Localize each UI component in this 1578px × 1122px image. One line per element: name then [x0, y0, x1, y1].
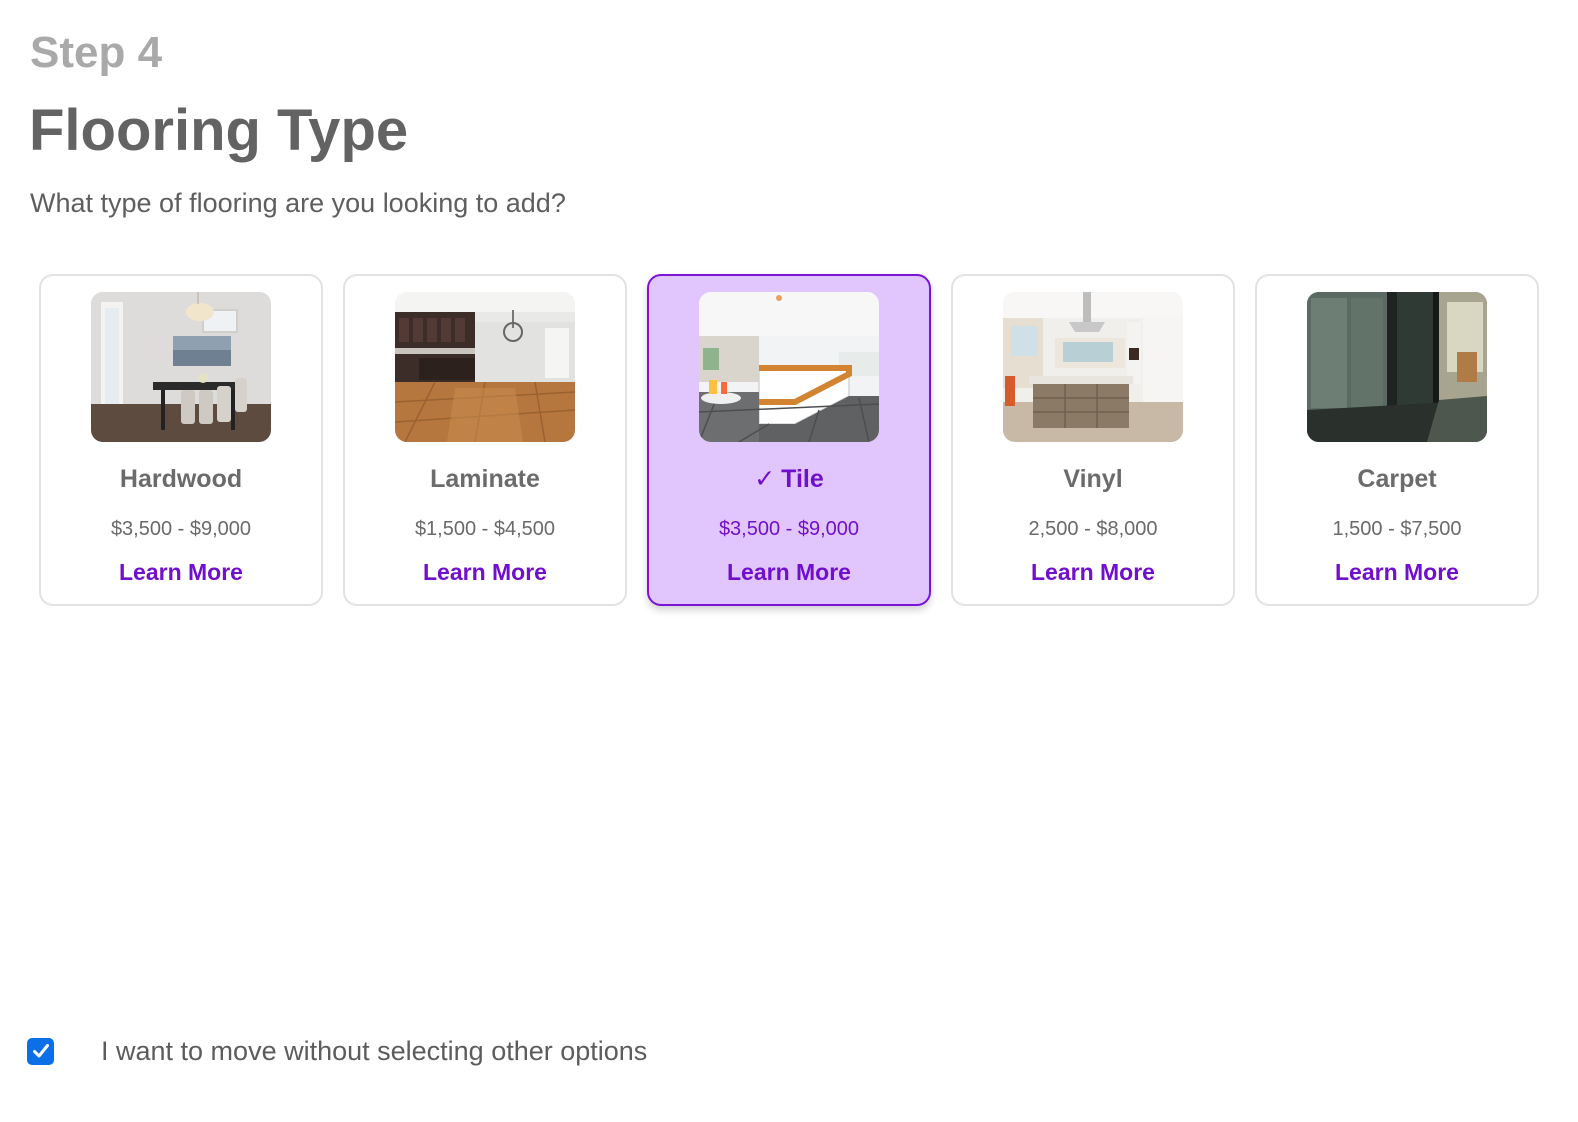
check-icon: ✓: [754, 465, 776, 493]
office-glass-photo: [1307, 292, 1487, 442]
option-label: Carpet: [1357, 465, 1437, 493]
open-kitchen-photo: [395, 292, 575, 442]
learn-more-link[interactable]: Learn More: [1031, 558, 1155, 586]
kitchen-island-photo: [1003, 292, 1183, 442]
option-card-hardwood[interactable]: Hardwood $3,500 - $9,000 Learn More: [39, 274, 323, 606]
option-name: Carpet: [1357, 464, 1436, 494]
learn-more-link[interactable]: Learn More: [727, 558, 851, 586]
skip-checkbox[interactable]: [27, 1037, 54, 1065]
option-price: $3,500 - $9,000: [110, 518, 252, 540]
flooring-step-page: Step 4 Flooring Type What type of floori…: [0, 0, 1578, 1122]
option-card-tile[interactable]: ✓ Tile $3,500 - $9,000 Learn More: [647, 274, 931, 606]
skip-option-row: I want to move without selecting other o…: [27, 1034, 647, 1068]
option-label: Tile: [781, 465, 824, 493]
option-price: $3,500 - $9,000: [718, 518, 860, 540]
option-label: Vinyl: [1063, 465, 1123, 493]
flooring-options: Hardwood $3,500 - $9,000 Learn More Lami…: [39, 274, 1539, 606]
option-name: Vinyl: [1063, 464, 1122, 494]
option-price: 2,500 - $8,000: [1028, 518, 1158, 540]
checkmark-icon: [32, 1044, 49, 1058]
option-card-carpet[interactable]: Carpet 1,500 - $7,500 Learn More: [1255, 274, 1539, 606]
option-card-vinyl[interactable]: Vinyl 2,500 - $8,000 Learn More: [951, 274, 1235, 606]
dining-room-photo: [91, 292, 271, 442]
page-title: Flooring Type: [29, 98, 409, 163]
page-subtitle: What type of flooring are you looking to…: [30, 188, 566, 218]
option-price: 1,500 - $7,500: [1332, 518, 1462, 540]
skip-label: I want to move without selecting other o…: [101, 1036, 648, 1066]
option-name: Laminate: [430, 464, 540, 494]
option-name: ✓ Tile: [754, 464, 824, 494]
learn-more-link[interactable]: Learn More: [1335, 558, 1459, 586]
step-label: Step 4: [30, 28, 163, 77]
option-name: Hardwood: [120, 464, 242, 494]
tiled-kitchen-photo: [699, 292, 879, 442]
option-label: Hardwood: [119, 465, 243, 493]
option-card-laminate[interactable]: Laminate $1,500 - $4,500 Learn More: [343, 274, 627, 606]
option-label: Laminate: [430, 465, 540, 493]
learn-more-link[interactable]: Learn More: [119, 558, 243, 586]
option-price: $1,500 - $4,500: [414, 518, 556, 540]
learn-more-link[interactable]: Learn More: [423, 558, 547, 586]
